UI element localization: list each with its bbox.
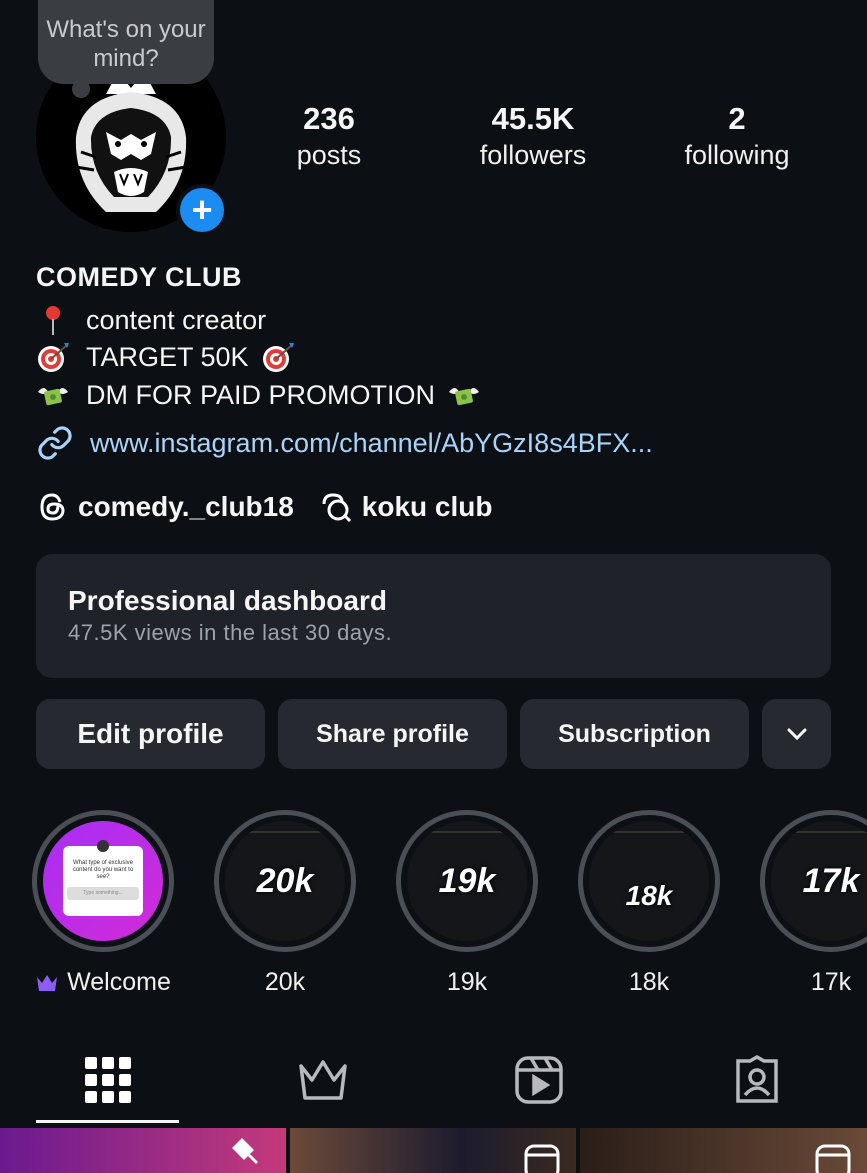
reels-icon [815,1144,851,1173]
dashboard-subtitle: 47.5K views in the last 30 days. [68,620,393,645]
cover-screenshot-text [237,831,335,871]
threads-icon [40,493,65,521]
note-text: What's on your mind? [46,16,206,72]
highlight-cover: 19k [407,821,527,941]
edit-profile-button[interactable]: Edit profile [36,699,265,769]
direct-hit-icon [261,340,295,374]
highlight-label: Welcome [32,968,174,997]
tab-posts-grid[interactable] [78,1050,138,1110]
highlight-cover: 20k [225,821,345,941]
bio-line: DM FOR PAID PROMOTION [36,377,481,413]
threads-handle: comedy._club18 [78,491,294,522]
post-thumbnail[interactable] [580,1128,867,1173]
bio-text: content creator [86,305,267,335]
highlight-label-text: Welcome [67,968,171,996]
channel-chat-icon [322,493,351,523]
threads-link[interactable]: comedy._club18 [36,490,294,524]
pin-icon [232,1138,258,1164]
channel-name: koku club [361,491,493,522]
followers-count: 45.5K [491,101,575,136]
cover-screenshot-text [783,831,867,871]
profile-link[interactable]: www.instagram.com/channel/AbYGzI8s4BFX..… [36,424,653,462]
plus-icon: + [180,188,224,232]
highlight-ring: 17k [760,810,867,952]
followers-label: followers [479,140,587,170]
round-pushpin-icon [36,303,70,337]
subscription-button[interactable]: Subscription [520,699,749,769]
note-bubble-tail [72,80,90,98]
cover-screenshot-text [419,831,517,871]
add-story-button[interactable]: + [176,184,228,236]
tab-subscriptions[interactable] [293,1050,353,1110]
highlight-cover: What type of exclusive content do you wa… [43,821,163,941]
active-tab-indicator [36,1120,179,1123]
cover-screenshot-text [601,831,699,871]
sticker-avatar [97,840,109,852]
bio-line: TARGET 50K [36,339,295,375]
highlight-ring: 20k [214,810,356,952]
bio-text: DM FOR PAID PROMOTION [86,380,435,410]
stat-followers[interactable]: 45.5K followers [433,100,633,172]
direct-hit-icon [36,340,70,374]
highlight-ring: 18k [578,810,720,952]
link-icon [38,426,72,460]
highlight-label: 20k [264,968,306,996]
money-with-wings-icon [36,378,70,412]
tab-tagged[interactable] [727,1050,787,1110]
highlight-17k[interactable]: 17k 17k [760,810,867,997]
tagged-icon [736,1055,778,1103]
threads-row: comedy._club18 koku club [36,490,517,524]
following-count: 2 [728,101,746,136]
note-bubble[interactable]: What's on your mind? [38,0,214,84]
stat-following[interactable]: 2 following [637,100,837,172]
post-thumbnail[interactable] [0,1128,286,1173]
highlight-20k[interactable]: 20k 20k [214,810,356,997]
broadcast-channel-link[interactable]: koku club [318,490,493,524]
highlight-19k[interactable]: 19k 19k [396,810,538,997]
highlight-ring: What type of exclusive content do you wa… [32,810,174,952]
highlight-ring: 19k [396,810,538,952]
crown-icon [37,974,58,991]
following-label: following [684,140,790,170]
reels-icon [524,1144,560,1173]
sticker-question: What type of exclusive content do you wa… [72,860,134,880]
posts-count: 236 [303,101,355,136]
highlight-label: 18k [628,968,670,996]
profile-name: COMEDY CLUB [36,262,243,292]
highlight-welcome[interactable]: What type of exclusive content do you wa… [32,810,174,997]
grid-icon [85,1057,131,1103]
dashboard-title: Professional dashboard [68,585,387,616]
sticker-input: Type something... [67,887,139,900]
highlight-label: 17k [810,968,852,996]
share-profile-button[interactable]: Share profile [278,699,507,769]
posts-label: posts [296,140,362,170]
highlight-cover: 17k [771,821,867,941]
post-thumbnail[interactable] [290,1128,576,1173]
bio-line: content creator [36,302,266,338]
suggested-accounts-button[interactable] [762,699,831,769]
money-with-wings-icon [447,378,481,412]
highlight-label: 19k [446,968,488,996]
link-text: www.instagram.com/channel/AbYGzI8s4BFX..… [90,427,653,458]
crown-icon [299,1060,347,1100]
stat-posts[interactable]: 236 posts [229,100,429,172]
reels-icon [515,1056,563,1104]
chevron-down-icon [787,728,806,741]
tab-reels[interactable] [509,1050,569,1110]
professional-dashboard-card[interactable]: Professional dashboard 47.5K views in th… [36,554,831,678]
question-sticker: What type of exclusive content do you wa… [63,840,143,916]
cover-number: 18k [625,880,673,911]
bio-text: TARGET 50K [86,342,249,372]
highlight-18k[interactable]: 18k 18k [578,810,720,997]
highlight-cover: 18k [589,821,709,941]
